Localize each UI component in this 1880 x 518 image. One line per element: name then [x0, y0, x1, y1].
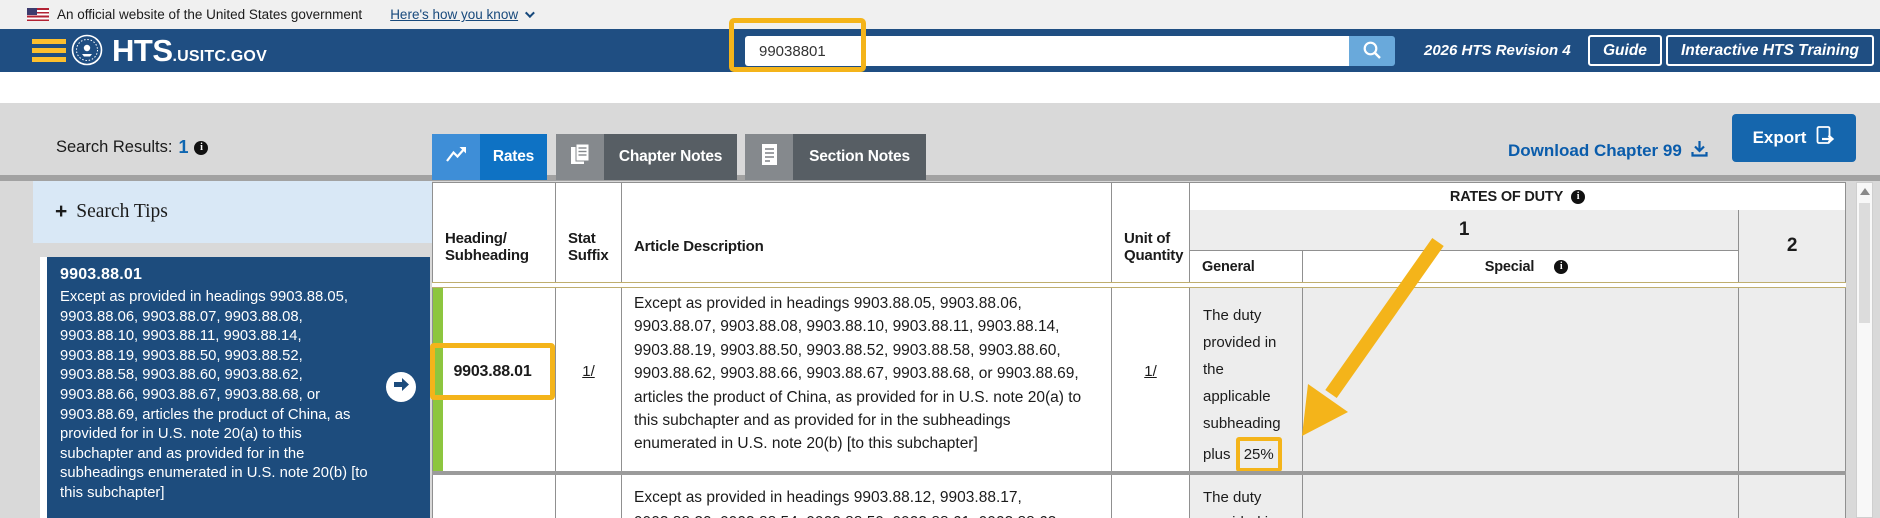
export-icon [1815, 125, 1835, 152]
tab-section-notes-icon-area[interactable] [745, 134, 793, 180]
hts-logo[interactable]: HTS.USITC.GOV [112, 33, 267, 69]
row2-special-rate-cell [1303, 475, 1739, 518]
navbar: HTS.USITC.GOV 2026 HTS Revision 4 Guide … [0, 29, 1880, 72]
chevron-down-icon [525, 8, 535, 18]
column-header-general: General [1190, 250, 1303, 282]
search-results-summary: Search Results: 1 i [56, 137, 208, 158]
results-info-icon[interactable]: i [194, 141, 208, 155]
row1-column2-cell [1739, 288, 1846, 471]
row1-heading-cell [432, 288, 556, 471]
menu-icon[interactable] [32, 39, 66, 62]
table-scrollbar[interactable] [1856, 182, 1873, 518]
tab-section-notes[interactable]: Section Notes [793, 134, 926, 180]
row2-general-rate-cell: The duty provided in [1190, 475, 1303, 518]
search-results-label: Search Results: [56, 138, 172, 157]
chapter-notes-icon [568, 142, 592, 173]
search-input[interactable] [745, 36, 1349, 66]
result-list-item-selected[interactable]: 9903.88.01 Except as provided in heading… [40, 257, 430, 518]
row2-stat-suffix-cell [556, 475, 622, 518]
hts-logo-text: HTS [112, 33, 173, 69]
row1-stat-suffix-cell: 1/ [556, 288, 622, 471]
plus-icon: + [55, 200, 67, 224]
row1-stat-footnote-link[interactable]: 1/ [556, 363, 621, 380]
goto-result-button[interactable] [386, 372, 416, 402]
usitc-seal-icon [70, 33, 104, 72]
row1-unit-cell: 1/ [1112, 288, 1190, 471]
scrollbar-up-arrow[interactable] [1860, 188, 1870, 195]
row1-article-description-cell: Except as provided in headings 9903.88.0… [622, 288, 1112, 471]
heres-how-you-know-link[interactable]: Here's how you know [390, 7, 518, 22]
row1-special-rate-cell [1303, 288, 1739, 471]
row2-general-rate-text: The duty provided in [1203, 485, 1293, 518]
download-icon [1690, 139, 1709, 163]
rates-info-icon[interactable]: i [1571, 190, 1585, 204]
column-header-unit-of-quantity: Unit of Quantity [1112, 182, 1190, 282]
column-header-2: 2 [1739, 210, 1846, 282]
column-header-article-description: Article Description [622, 182, 1112, 282]
result-heading: 9903.88.01 [60, 266, 416, 284]
tab-chapter-notes[interactable]: Chapter Notes [604, 134, 737, 180]
annotation-box-rate: 25% [1236, 437, 1282, 472]
row2-heading-cell [432, 475, 556, 518]
row1-general-rate-cell: The duty provided in the applicable subh… [1190, 288, 1303, 471]
column-header-1: 1 [1190, 210, 1739, 250]
us-flag-icon [27, 8, 49, 21]
search-results-count: 1 [178, 137, 188, 158]
row2-column2-cell [1739, 475, 1846, 518]
download-chapter-link[interactable]: Download Chapter 99 [1508, 139, 1709, 163]
gov-banner: An official website of the United States… [0, 0, 1880, 29]
download-link-label: Download Chapter 99 [1508, 141, 1682, 161]
export-button-label: Export [1753, 128, 1807, 148]
row1-unit-footnote-link[interactable]: 1/ [1112, 363, 1189, 380]
result-description: Except as provided in headings 9903.88.0… [60, 288, 374, 504]
row2-article-description-cell: Except as provided in headings 9903.88.1… [622, 475, 1112, 518]
search-icon [1362, 40, 1382, 63]
column-header-stat-suffix: Stat Suffix [556, 182, 622, 282]
row1-article-description: Except as provided in headings 9903.88.0… [634, 292, 1092, 456]
column-header-special: Special i [1303, 250, 1739, 282]
guide-button[interactable]: Guide [1588, 35, 1662, 66]
search-tips-label: Search Tips [76, 201, 168, 223]
official-website-text: An official website of the United States… [57, 7, 362, 22]
hts-search-page: An official website of the United States… [0, 0, 1880, 518]
interactive-hts-training-button[interactable]: Interactive HTS Training [1666, 35, 1874, 66]
row2-unit-cell [1112, 475, 1190, 518]
row2-article-description: Except as provided in headings 9903.88.1… [634, 485, 1092, 518]
section-notes-icon [758, 142, 780, 173]
export-button[interactable]: Export [1732, 114, 1856, 162]
hts-logo-suffix: .USITC.GOV [173, 48, 267, 66]
special-info-icon[interactable]: i [1554, 260, 1568, 274]
column-header-heading-subheading: Heading/ Subheading [432, 182, 556, 282]
revision-label: 2026 HTS Revision 4 [1424, 42, 1571, 59]
rates-chart-icon [443, 142, 469, 173]
row1-selected-indicator [433, 288, 443, 471]
scrollbar-thumb[interactable] [1859, 203, 1870, 323]
tab-rates-icon-area[interactable] [432, 134, 480, 180]
arrow-right-icon [393, 377, 410, 397]
column-header-rates-of-duty: RATES OF DUTY i [1190, 182, 1846, 210]
search-button[interactable] [1349, 36, 1395, 66]
tab-chapter-notes-icon-area[interactable] [556, 134, 604, 180]
tab-rates[interactable]: Rates [480, 134, 547, 180]
search-tips-expander[interactable]: + Search Tips [33, 181, 432, 243]
